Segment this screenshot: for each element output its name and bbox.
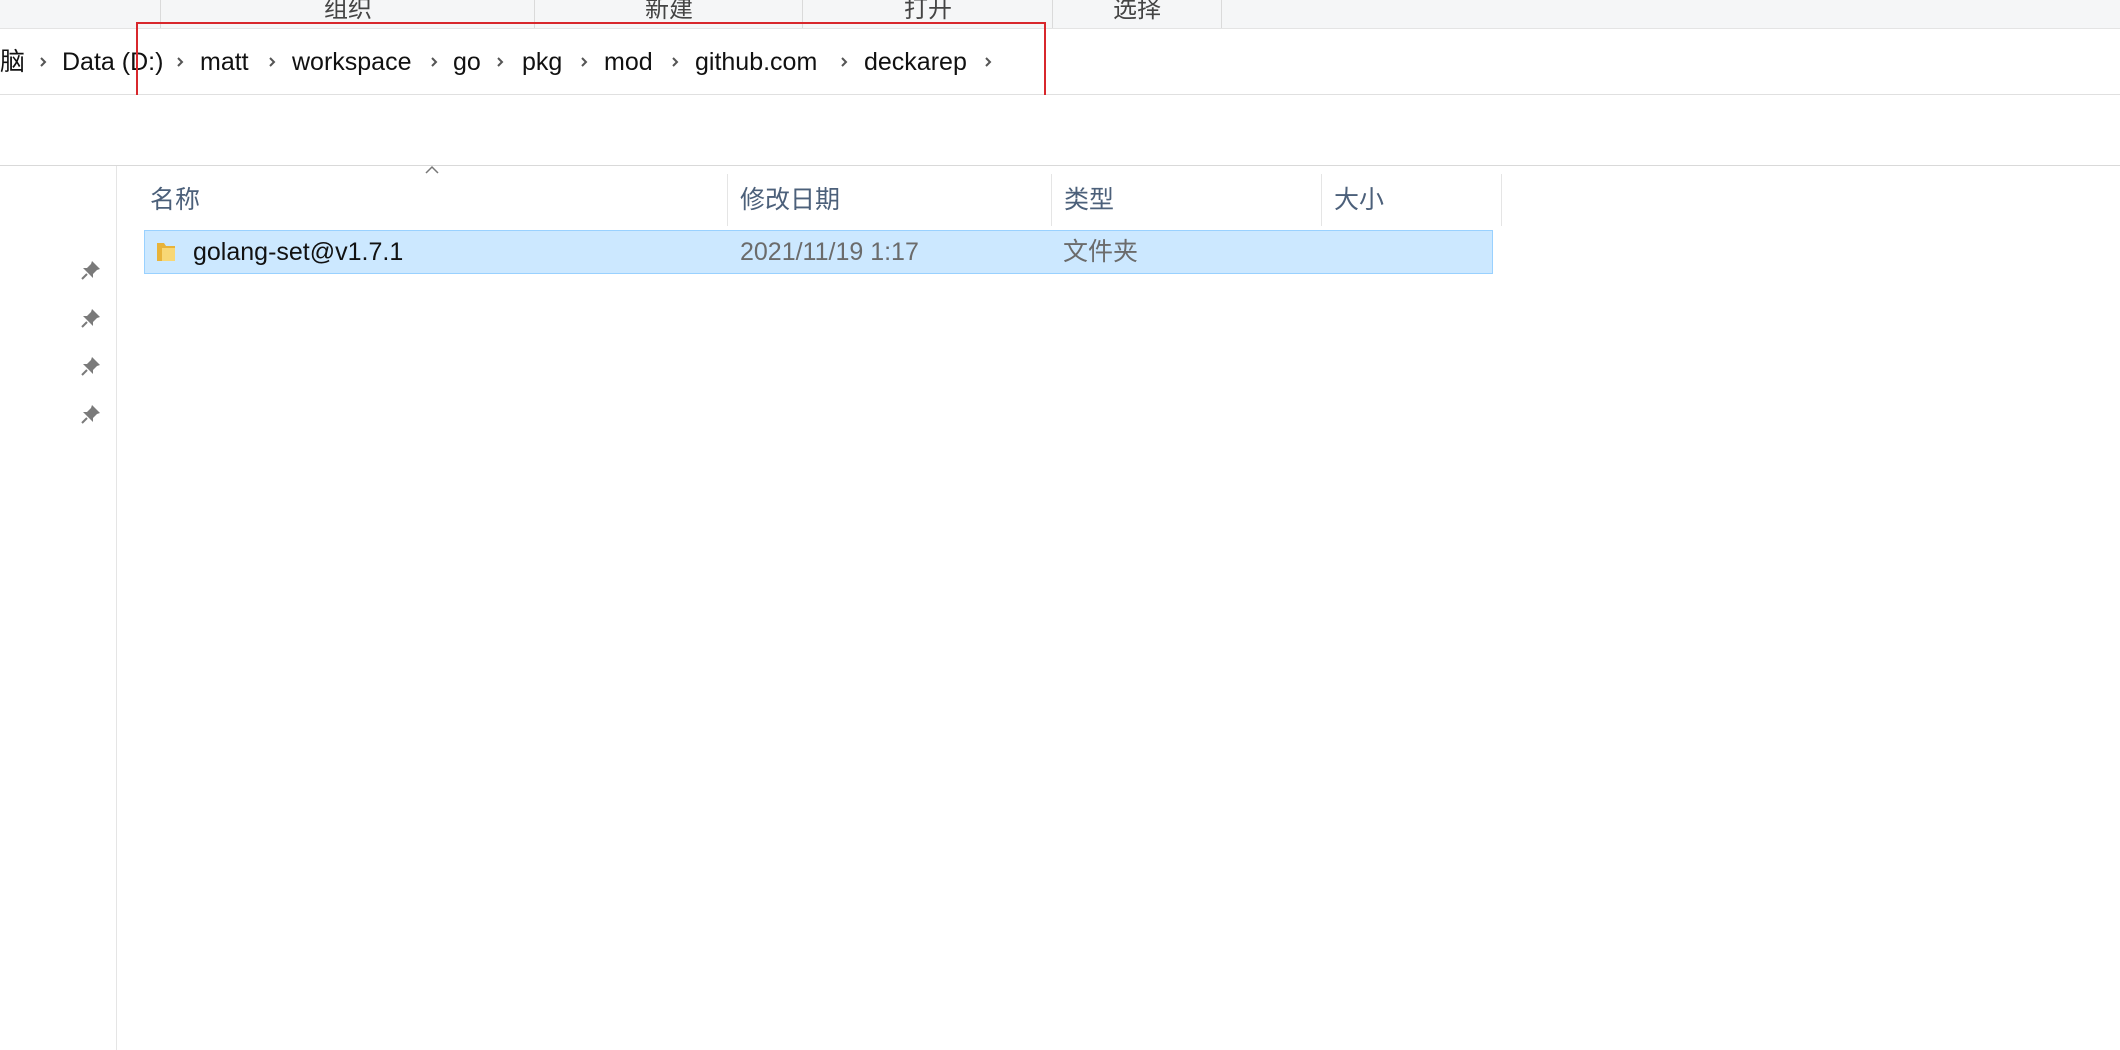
folder-icon bbox=[155, 240, 177, 264]
toolbar-row bbox=[0, 95, 2120, 166]
ribbon-group-label: 选择 bbox=[1113, 0, 1161, 23]
column-header-size[interactable]: 大小 bbox=[1322, 174, 1502, 226]
pin-icon[interactable] bbox=[80, 259, 102, 281]
sort-up-icon bbox=[424, 162, 440, 174]
annotation-highlight-box bbox=[136, 22, 1046, 106]
file-name[interactable]: golang-set@v1.7.1 bbox=[193, 231, 403, 273]
pin-icon[interactable] bbox=[80, 403, 102, 425]
ribbon-group-label: 新建 bbox=[645, 0, 693, 23]
navigation-pane[interactable] bbox=[0, 166, 117, 1050]
breadcrumb-this-pc[interactable]: 脑 bbox=[0, 44, 25, 80]
ribbon-group-label: 组织 bbox=[324, 0, 372, 23]
table-row[interactable]: golang-set@v1.7.1 2021/11/19 1:17 文件夹 bbox=[144, 230, 1493, 274]
file-type: 文件夹 bbox=[1063, 238, 1139, 266]
ribbon-group-select: 选择 bbox=[1052, 0, 1222, 28]
pin-icon[interactable] bbox=[80, 355, 102, 377]
chevron-right-icon[interactable] bbox=[37, 56, 49, 68]
column-header-type[interactable]: 类型 bbox=[1052, 174, 1322, 226]
file-date-modified: 2021/11/19 1:17 bbox=[740, 238, 919, 266]
ribbon-group-label: 打开 bbox=[904, 0, 952, 23]
column-header-name[interactable]: 名称 bbox=[138, 174, 728, 226]
pin-icon[interactable] bbox=[80, 307, 102, 329]
column-header-date-modified[interactable]: 修改日期 bbox=[728, 174, 1052, 226]
file-list[interactable]: 名称 修改日期 类型 大小 golang-set@v1.7.1 2021/11/… bbox=[118, 165, 2120, 1050]
